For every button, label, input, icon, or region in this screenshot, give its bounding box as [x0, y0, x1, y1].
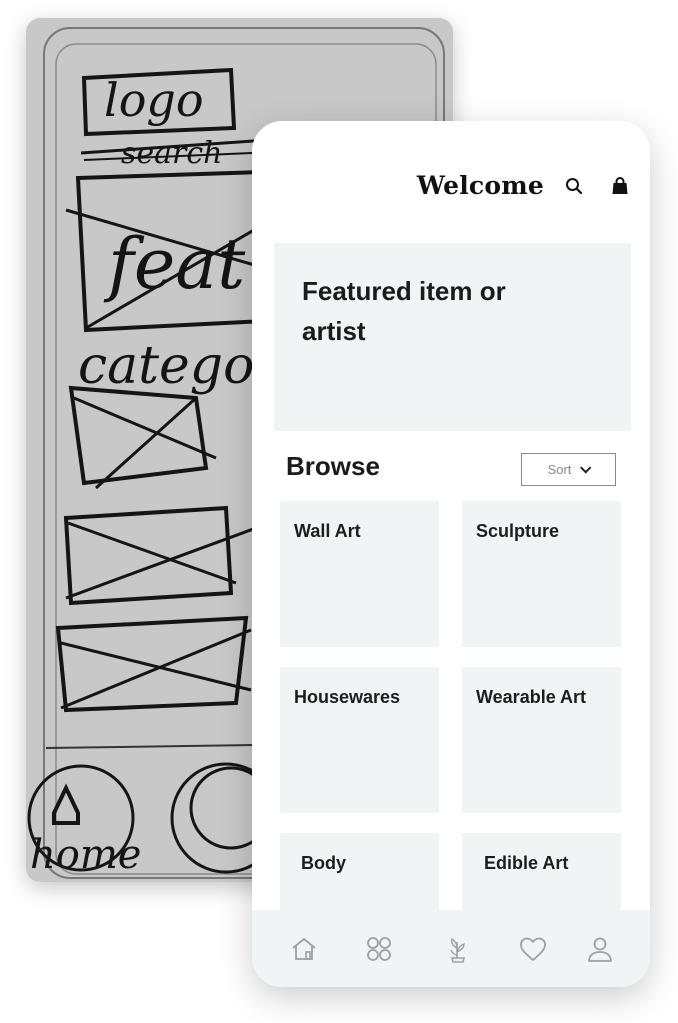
grid-icon[interactable]	[362, 932, 396, 966]
page-title: Welcome	[416, 171, 544, 200]
category-label: Wearable Art	[476, 687, 587, 707]
category-tile-wall-art[interactable]: Wall Art	[280, 501, 439, 647]
canvas: logo search feat categor home Welcome Fe…	[0, 0, 678, 1023]
category-label: Wall Art	[294, 521, 361, 541]
search-icon[interactable]	[563, 175, 585, 197]
sort-dropdown[interactable]: Sort	[521, 453, 616, 486]
category-label: Edible Art	[484, 853, 569, 873]
featured-text: Featured item or artist	[302, 276, 506, 346]
sketch-search-label: search	[121, 136, 223, 171]
sketch-logo-label: logo	[104, 73, 204, 127]
plant-icon[interactable]	[441, 932, 475, 966]
category-tile-housewares[interactable]: Housewares	[280, 667, 439, 813]
featured-banner[interactable]: Featured item or artist	[274, 243, 631, 431]
sketch-categories-label: categor	[78, 336, 280, 396]
heart-icon[interactable]	[516, 932, 550, 966]
sort-label: Sort	[547, 462, 572, 477]
category-label: Housewares	[294, 687, 401, 707]
user-icon[interactable]	[583, 932, 617, 966]
category-tile-wearable-art[interactable]: Wearable Art	[462, 667, 621, 813]
sketch-featured-label: feat	[108, 223, 246, 305]
home-icon[interactable]	[287, 932, 321, 966]
chevron-down-icon	[580, 461, 592, 474]
phone-mockup: Welcome Featured item or artist Browse S…	[252, 121, 650, 987]
category-label: Sculpture	[476, 521, 560, 541]
sketch-home-label: home	[30, 832, 142, 878]
shopping-bag-icon[interactable]	[609, 175, 631, 197]
app-header: Welcome	[252, 165, 650, 209]
category-label: Body	[301, 853, 346, 873]
category-tile-sculpture[interactable]: Sculpture	[462, 501, 621, 647]
browse-title: Browse	[286, 451, 380, 481]
bottom-tab-bar	[252, 910, 650, 987]
